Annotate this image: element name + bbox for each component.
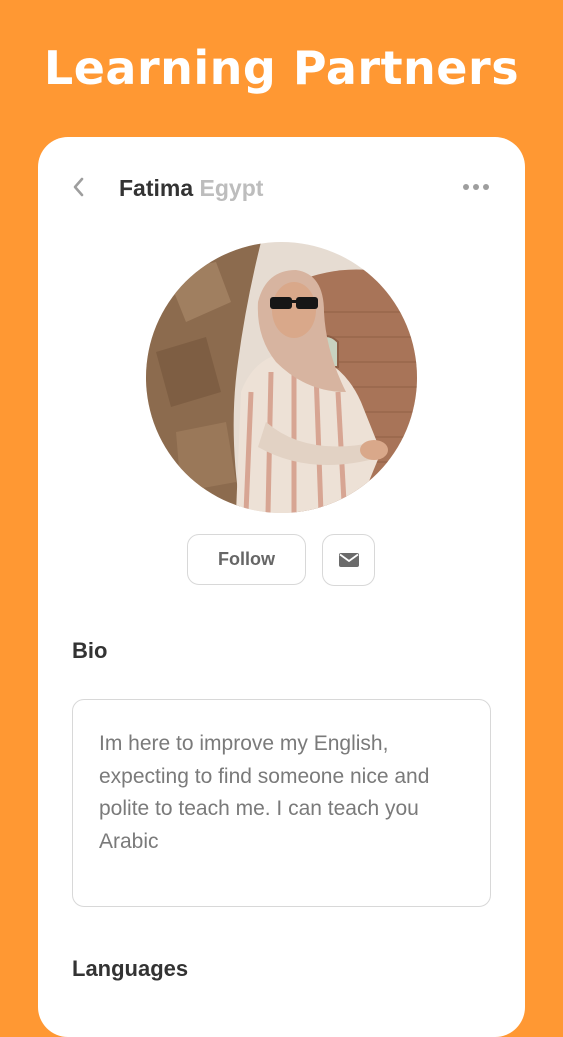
- more-dot: [483, 184, 489, 190]
- profile-photo: [146, 242, 417, 513]
- back-button[interactable]: [64, 173, 92, 201]
- more-dot: [473, 184, 479, 190]
- profile-name: Fatima: [119, 175, 194, 201]
- bio-text: Im here to improve my English, expecting…: [72, 699, 491, 907]
- follow-button[interactable]: Follow: [187, 534, 306, 585]
- page-title: Learning Partners: [43, 41, 520, 95]
- profile-country: Egypt: [199, 175, 264, 201]
- chevron-left-icon: [73, 177, 84, 197]
- more-horizontal-icon: [463, 184, 469, 190]
- bio-title: Bio: [72, 638, 108, 663]
- profile-card: Fatima Egypt Follow Bio Im here to impro…: [38, 137, 525, 1037]
- avatar: [146, 242, 417, 513]
- profile-header-name: Fatima Egypt: [119, 173, 263, 203]
- languages-title: Languages: [72, 956, 189, 981]
- message-button[interactable]: [322, 534, 375, 586]
- more-options-button[interactable]: [456, 175, 496, 199]
- envelope-icon: [338, 553, 359, 567]
